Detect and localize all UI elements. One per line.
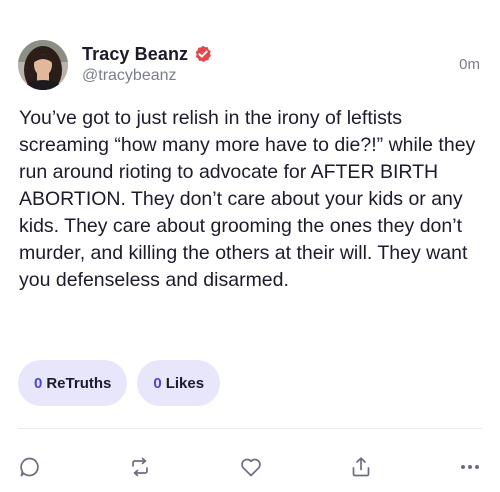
reply-button[interactable] <box>18 455 42 479</box>
avatar[interactable] <box>18 40 68 90</box>
profile-photo-icon <box>18 40 68 90</box>
more-icon <box>461 465 479 469</box>
likes-count-button[interactable]: 0 Likes <box>137 360 221 406</box>
likes-label: Likes <box>165 374 205 392</box>
like-button[interactable] <box>239 455 263 479</box>
verified-badge-icon <box>194 45 212 63</box>
author-display-name[interactable]: Tracy Beanz <box>82 44 188 65</box>
name-row: Tracy Beanz <box>82 42 212 66</box>
post-timestamp: 0m <box>459 56 480 73</box>
retruths-count-button[interactable]: 0 ReTruths <box>18 360 128 406</box>
post-body: You’ve got to just relish in the irony o… <box>19 107 476 291</box>
comment-icon <box>20 457 39 477</box>
heart-icon <box>241 458 261 477</box>
share-icon <box>352 457 370 477</box>
share-button[interactable] <box>349 455 373 479</box>
post-header: Tracy Beanz @tracybeanz 0m <box>18 40 482 92</box>
post-stats: 0 ReTruths 0 Likes <box>18 360 221 406</box>
action-bar <box>18 455 482 479</box>
post-card: Tracy Beanz @tracybeanz 0m You’ve got to… <box>0 0 500 492</box>
repost-icon <box>132 457 148 477</box>
retruths-label: ReTruths <box>46 374 112 392</box>
divider <box>18 428 482 429</box>
retruths-count: 0 <box>34 374 43 392</box>
author-handle[interactable]: @tracybeanz <box>82 67 177 85</box>
retruth-button[interactable] <box>128 455 152 479</box>
more-options-button[interactable] <box>458 455 482 479</box>
likes-count: 0 <box>153 374 162 392</box>
